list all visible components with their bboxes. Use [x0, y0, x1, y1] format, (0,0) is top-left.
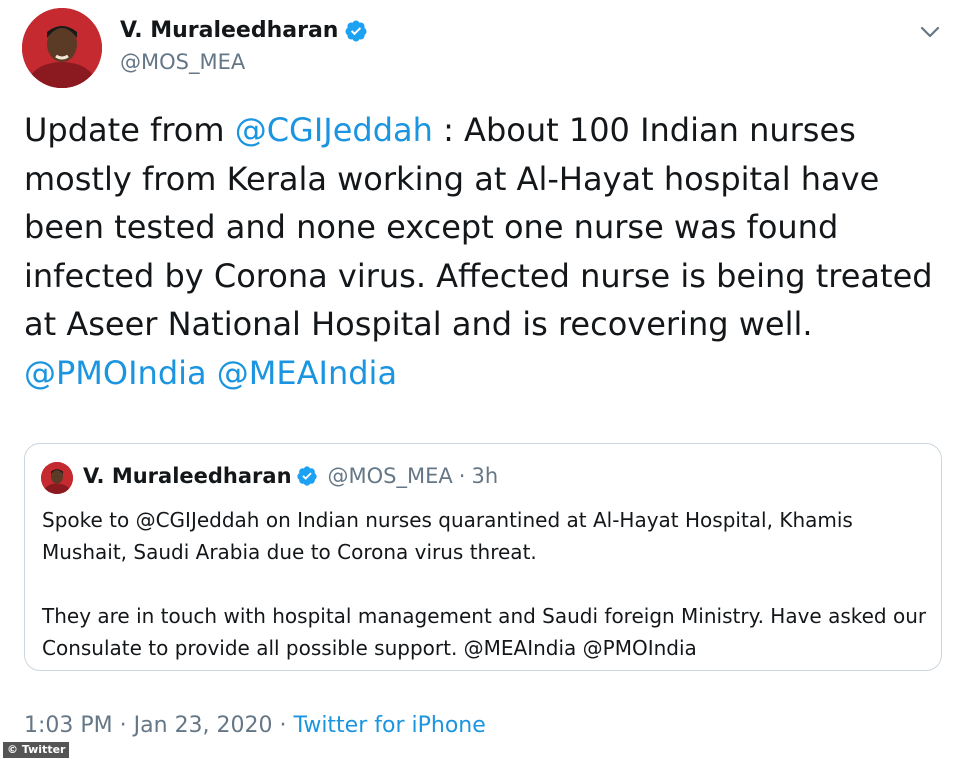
- quoted-separator: ·: [458, 464, 466, 488]
- author-name[interactable]: V. Muraleedharan: [120, 18, 338, 43]
- tweet-footer: 1:03 PM · Jan 23, 2020 · Twitter for iPh…: [24, 713, 486, 738]
- tweet-time[interactable]: 1:03 PM: [24, 713, 113, 738]
- quoted-author-name[interactable]: V. Muraleedharan: [83, 464, 292, 488]
- quoted-tweet[interactable]: V. Muraleedharan @MOS_MEA · 3h Spoke to …: [24, 443, 942, 671]
- quoted-paragraph-2: They are in touch with hospital manageme…: [42, 604, 927, 660]
- mention-link[interactable]: @CGIJeddah: [235, 111, 433, 149]
- mention-link[interactable]: @PMOIndia: [24, 354, 207, 392]
- image-credit: © Twitter: [3, 742, 70, 758]
- quoted-header: V. Muraleedharan @MOS_MEA · 3h: [83, 464, 498, 488]
- mention-link[interactable]: @MEAIndia: [217, 354, 397, 392]
- chevron-down-icon[interactable]: [916, 18, 944, 46]
- tweet-source-link[interactable]: Twitter for iPhone: [294, 713, 486, 738]
- author-handle[interactable]: @MOS_MEA: [120, 50, 245, 74]
- tweet-date[interactable]: Jan 23, 2020: [134, 713, 273, 738]
- quoted-author-handle[interactable]: @MOS_MEA: [328, 464, 453, 488]
- footer-separator: ·: [279, 713, 287, 738]
- verified-badge-icon: [344, 19, 368, 43]
- footer-separator: ·: [119, 713, 127, 738]
- quoted-text: Spoke to @CGIJeddah on Indian nurses qua…: [42, 504, 932, 664]
- author-name-row[interactable]: V. Muraleedharan: [120, 18, 368, 43]
- verified-badge-icon: [296, 465, 318, 487]
- tweet-text-segment: Update from: [24, 111, 235, 149]
- tweet-text-segment: [207, 354, 217, 392]
- tweet-card: V. Muraleedharan @MOS_MEA Update from @C…: [0, 0, 962, 759]
- quoted-paragraph-1: Spoke to @CGIJeddah on Indian nurses qua…: [42, 508, 853, 564]
- tweet-text: Update from @CGIJeddah : About 100 India…: [24, 106, 934, 397]
- avatar[interactable]: [22, 8, 102, 88]
- quoted-avatar[interactable]: [41, 462, 73, 494]
- quoted-timestamp[interactable]: 3h: [471, 464, 498, 488]
